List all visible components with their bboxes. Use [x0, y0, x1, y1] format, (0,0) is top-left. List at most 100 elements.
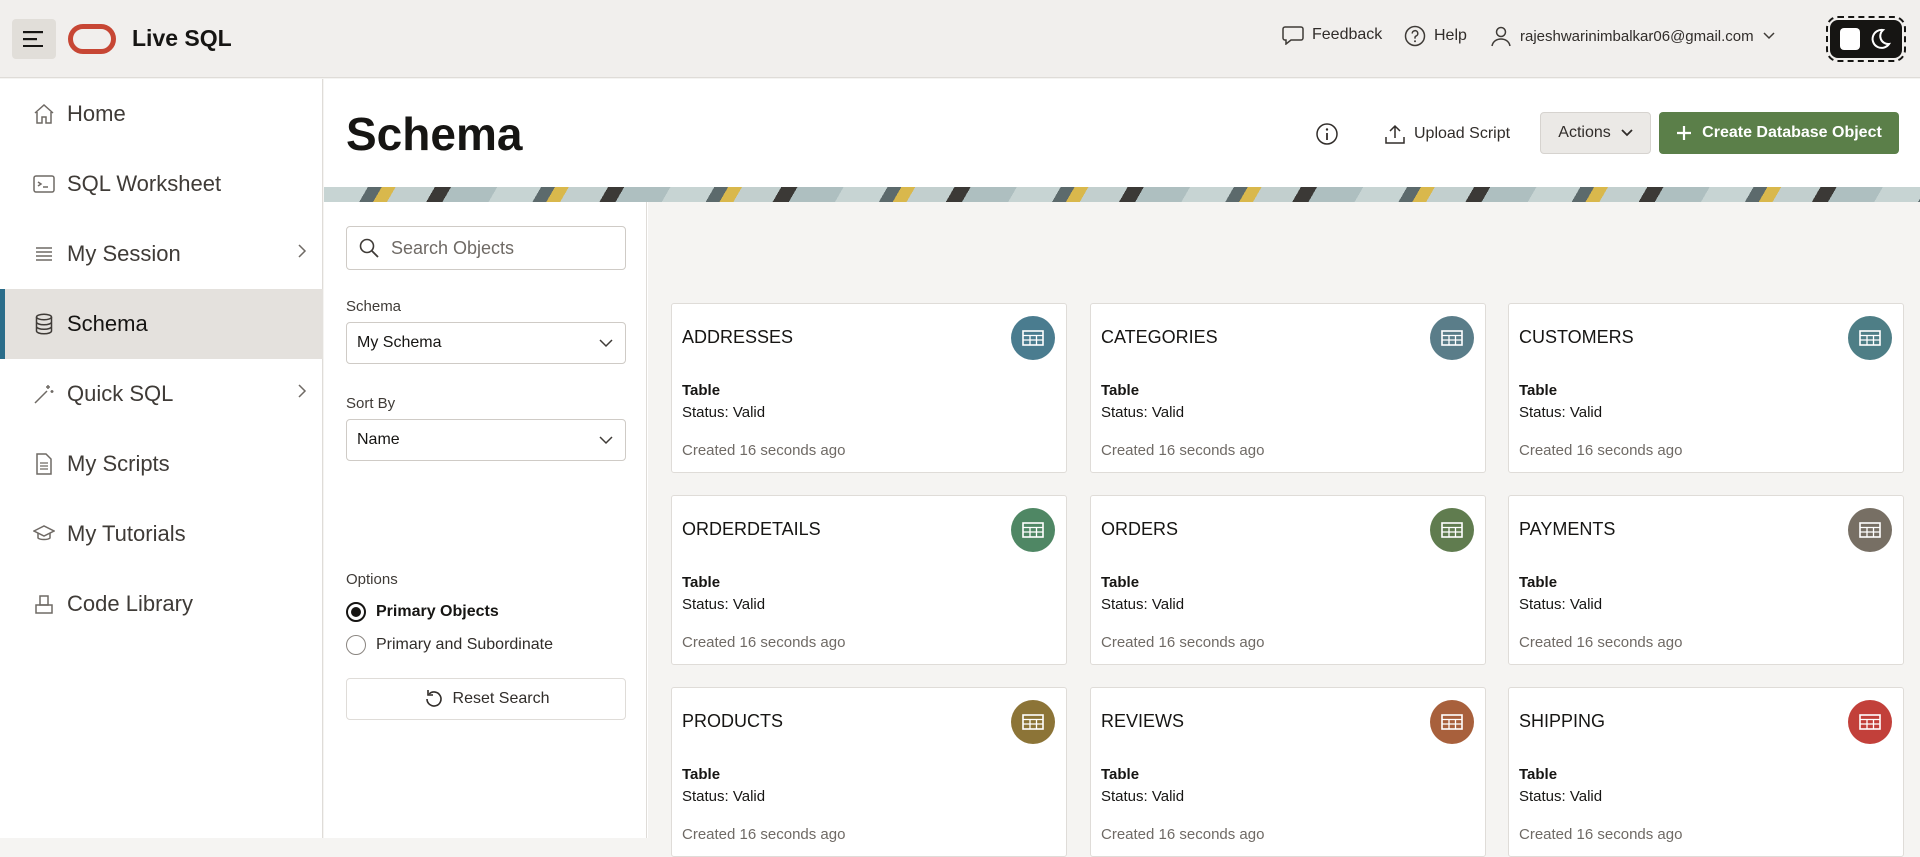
table-icon	[1848, 700, 1892, 744]
object-type: Table	[682, 382, 721, 399]
user-email: rajeshwarinimbalkar06@gmail.com	[1520, 27, 1754, 45]
object-status: Status: Valid	[1519, 404, 1603, 421]
user-icon	[1491, 26, 1511, 47]
card-customers[interactable]: CUSTOMERS Table Status: Valid Created 16 se…	[1508, 303, 1904, 473]
sidebar-item-label: Schema	[67, 311, 148, 336]
list-icon	[33, 243, 55, 265]
chevron-right-icon	[298, 384, 307, 398]
object-created: Created 16 seconds ago	[1519, 442, 1683, 459]
option-primary-label: Primary Objects	[376, 603, 499, 620]
sidebar: Home SQL Worksheet My Session Schema Qui…	[0, 79, 323, 838]
oracle-logo[interactable]	[68, 24, 116, 54]
sidebar-item-my-tutorials[interactable]: My Tutorials	[0, 499, 323, 569]
search-input[interactable]	[391, 237, 601, 259]
options-label: Options	[346, 571, 398, 588]
sidebar-item-label: My Session	[67, 241, 181, 266]
object-type: Table	[1101, 574, 1140, 591]
object-created: Created 16 seconds ago	[682, 826, 846, 843]
chevron-down-icon	[1763, 32, 1775, 40]
radio-selected[interactable]	[346, 602, 366, 622]
document-icon	[33, 453, 55, 475]
decorative-banner	[324, 187, 1920, 202]
object-created: Created 16 seconds ago	[1519, 634, 1683, 651]
object-name[interactable]: PRODUCTS	[682, 711, 783, 732]
top-bar: Live SQL Feedback Help rajeshwarinimbalk…	[0, 0, 1920, 78]
reset-search-label: Reset Search	[452, 690, 550, 707]
graduation-cap-icon	[33, 523, 55, 545]
object-status: Status: Valid	[1519, 788, 1603, 805]
card-orderdetails[interactable]: ORDERDETAILS Table Status: Valid Created 16…	[671, 495, 1067, 665]
chevron-down-icon	[1621, 129, 1633, 137]
sort-by-select[interactable]: Name	[346, 419, 626, 461]
object-name[interactable]: CUSTOMERS	[1519, 327, 1634, 348]
object-status: Status: Valid	[682, 788, 766, 805]
table-icon	[1430, 316, 1474, 360]
object-name[interactable]: SHIPPING	[1519, 711, 1605, 732]
upload-script-button[interactable]: Upload Script	[1384, 119, 1510, 149]
create-database-object-button[interactable]: Create Database Object	[1659, 112, 1899, 154]
sidebar-item-label: Home	[67, 101, 126, 126]
app-title[interactable]: Live SQL	[132, 25, 232, 52]
reset-icon	[425, 690, 442, 707]
sidebar-item-label: My Tutorials	[67, 521, 186, 546]
object-name[interactable]: ORDERDETAILS	[682, 519, 821, 540]
radio-unselected[interactable]	[346, 635, 366, 655]
object-name[interactable]: ADDRESSES	[682, 327, 793, 348]
theme-toggle[interactable]	[1826, 16, 1906, 62]
sidebar-item-label: Quick SQL	[67, 381, 174, 406]
table-icon	[1430, 508, 1474, 552]
object-created: Created 16 seconds ago	[682, 442, 846, 459]
sidebar-item-my-scripts[interactable]: My Scripts	[0, 429, 323, 499]
object-type: Table	[1101, 766, 1140, 783]
library-icon	[33, 593, 55, 615]
sidebar-item-quick-sql[interactable]: Quick SQL	[0, 359, 323, 429]
sidebar-item-home[interactable]: Home	[0, 79, 323, 149]
user-menu[interactable]: rajeshwarinimbalkar06@gmail.com	[1490, 25, 1776, 47]
help-link[interactable]: Help	[1404, 25, 1467, 47]
card-products[interactable]: PRODUCTS Table Status: Valid Created 16 sec…	[671, 687, 1067, 857]
option-primary-and-subordinate[interactable]: Primary and Subordinate	[346, 635, 553, 655]
light-mode-icon	[1840, 28, 1860, 50]
object-name[interactable]: PAYMENTS	[1519, 519, 1615, 540]
object-name[interactable]: CATEGORIES	[1101, 327, 1218, 348]
sidebar-item-sql-worksheet[interactable]: SQL Worksheet	[0, 149, 323, 219]
speech-bubble-icon	[1282, 26, 1304, 45]
schema-select[interactable]: My Schema	[346, 322, 626, 364]
card-addresses[interactable]: ADDRESSES Table Status: Valid Created 16 se…	[671, 303, 1067, 473]
reset-search-button[interactable]: Reset Search	[346, 678, 626, 720]
sidebar-item-schema[interactable]: Schema	[0, 289, 323, 359]
chevron-right-icon	[298, 244, 307, 258]
chevron-down-icon	[599, 338, 613, 347]
info-icon	[1316, 123, 1338, 145]
object-status: Status: Valid	[1519, 596, 1603, 613]
table-icon	[1011, 700, 1055, 744]
object-type: Table	[1519, 574, 1558, 591]
sidebar-item-my-session[interactable]: My Session	[0, 219, 323, 289]
card-categories[interactable]: CATEGORIES Table Status: Valid Created 16 s…	[1090, 303, 1486, 473]
sort-by-value: Name	[357, 431, 400, 448]
schema-label: Schema	[346, 298, 402, 315]
object-created: Created 16 seconds ago	[1519, 826, 1683, 843]
object-status: Status: Valid	[1101, 788, 1185, 805]
card-shipping[interactable]: SHIPPING Table Status: Valid Created 16 sec…	[1508, 687, 1904, 857]
sidebar-item-code-library[interactable]: Code Library	[0, 569, 323, 639]
card-orders[interactable]: ORDERS Table Status: Valid Created 16 secon…	[1090, 495, 1486, 665]
schema-value: My Schema	[357, 334, 442, 351]
card-reviews[interactable]: REVIEWS Table Status: Valid Created 16 seco…	[1090, 687, 1486, 857]
hamburger-menu-button[interactable]	[12, 19, 56, 59]
feedback-link[interactable]: Feedback	[1282, 25, 1382, 45]
moon-icon	[1871, 28, 1892, 49]
object-name[interactable]: ORDERS	[1101, 519, 1178, 540]
card-payments[interactable]: PAYMENTS Table Status: Valid Created 16 sec…	[1508, 495, 1904, 665]
table-icon	[1011, 508, 1055, 552]
database-icon	[33, 313, 55, 335]
create-label: Create Database Object	[1702, 124, 1882, 141]
object-grid: ADDRESSES Table Status: Valid Created 16 se…	[648, 202, 1920, 857]
object-name[interactable]: REVIEWS	[1101, 711, 1184, 732]
option-both-label: Primary and Subordinate	[376, 636, 553, 653]
info-button[interactable]	[1312, 119, 1342, 149]
actions-menu-button[interactable]: Actions	[1540, 112, 1651, 154]
wand-icon	[33, 383, 55, 405]
object-status: Status: Valid	[1101, 404, 1185, 421]
option-primary-objects[interactable]: Primary Objects	[346, 602, 499, 622]
